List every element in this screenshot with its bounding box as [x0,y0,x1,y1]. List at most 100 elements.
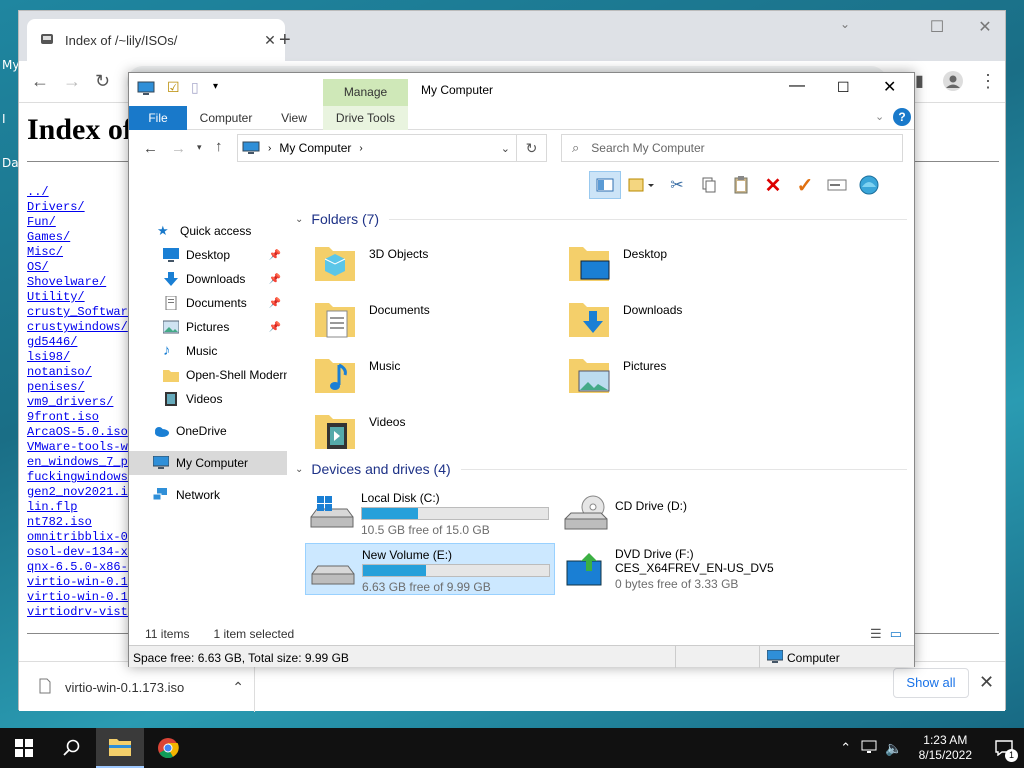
address-box[interactable]: › My Computer › ⌄ [237,134,517,162]
view-menu-icon[interactable] [621,171,661,199]
folder-item[interactable]: Downloads [567,297,797,347]
drive-item[interactable]: CD Drive (D:) [559,487,809,539]
cut-icon[interactable]: ✂ [661,171,693,199]
notification-button[interactable]: 1 [984,728,1024,768]
search-input[interactable]: ⌕ Search My Computer [561,134,903,162]
preview-pane-icon[interactable] [589,171,621,199]
folder-item[interactable]: Desktop [567,241,797,291]
tab-search-icon[interactable]: ⌄ [825,17,865,31]
new-folder-icon[interactable]: ▯ [191,79,199,96]
clock[interactable]: 1:23 AM 8/15/2022 [919,733,972,763]
menu-icon[interactable]: ⋮ [979,71,997,92]
sidebar-item-downloads[interactable]: Downloads 📌 [129,267,287,291]
minimize-icon[interactable]: — [789,77,805,95]
maximize-icon[interactable]: ☐ [837,79,850,96]
clock-time: 1:23 AM [923,733,968,747]
sidebar-item-quick-access[interactable]: ★ Quick access [129,219,287,243]
search-icon [63,739,80,756]
tab-drive-tools[interactable]: Drive Tools [323,106,408,130]
chevron-up-icon[interactable]: ⌃ [232,679,244,696]
folder-label: Pictures [623,359,667,373]
help-icon[interactable]: ? [893,108,911,126]
forward-icon[interactable]: → [171,140,186,157]
breadcrumb[interactable]: My Computer [279,141,351,155]
computer-icon [766,649,784,667]
drive-item[interactable]: New Volume (E:) 6.63 GB free of 9.99 GB [305,543,555,595]
manage-tab-header[interactable]: Manage [323,79,408,106]
drive-name: New Volume (E:) [362,548,453,562]
details-view-icon[interactable]: ☰ [870,626,882,642]
delete-icon[interactable]: ✕ [757,171,789,199]
tab-computer[interactable]: Computer [191,106,261,130]
network-icon[interactable] [861,740,877,757]
system-tray: ⌃ 🔈 1:23 AM 8/15/2022 1 [840,728,1024,768]
sidebar-item-open-shell[interactable]: Open-Shell Modern [129,363,287,387]
customize-toolbar-icon[interactable]: ▾ [213,81,218,92]
browser-tab[interactable]: Index of /~lily/ISOs/ ✕ [27,19,285,61]
folder-label: Music [369,359,401,373]
sidebar-item-documents[interactable]: Documents 📌 [129,291,287,315]
forward-icon[interactable]: → [63,71,81,92]
close-icon[interactable]: ✕ [883,77,896,97]
desktop-label: I [2,112,6,126]
sidebar-item-my-computer[interactable]: My Computer [129,451,287,475]
drive-item[interactable]: DVD Drive (F:) CES_X64FREV_EN-US_DV5 0 b… [559,543,809,595]
drive-item[interactable]: Local Disk (C:) 10.5 GB free of 15.0 GB [305,487,555,539]
chevron-down-icon[interactable]: ⌄ [501,142,510,155]
maximize-icon[interactable]: ☐ [917,17,957,37]
download-item[interactable]: virtio-win-0.1.173.iso ⌃ [27,662,255,712]
search-button[interactable] [48,728,96,768]
folder-item[interactable]: Music [313,353,543,403]
properties-check-icon[interactable]: ✓ [789,171,821,199]
expand-ribbon-icon[interactable]: ⌄ [875,110,884,123]
folder-item[interactable]: Pictures [567,353,797,403]
back-icon[interactable]: ← [143,140,158,157]
back-icon[interactable]: ← [31,71,49,92]
sidebar-item-pictures[interactable]: Pictures 📌 [129,315,287,339]
chevron-right-icon: › [268,142,272,154]
refresh-button[interactable]: ↻ [517,134,547,162]
shell-icon[interactable] [853,171,885,199]
file-explorer-icon [109,739,131,756]
chrome-taskbar-button[interactable] [144,728,192,768]
folder-item[interactable]: 3D Objects [313,241,543,291]
desktop-label: My [2,58,20,72]
sidebar-item-network[interactable]: Network [129,483,287,507]
sidebar-item-onedrive[interactable]: OneDrive [129,419,287,443]
properties-icon[interactable]: ☑ [167,79,180,96]
explorer-window: ☑ ▯ ▾ Manage My Computer — ☐ ✕ File Comp… [128,72,915,668]
paste-icon[interactable] [725,171,757,199]
window-title: My Computer [421,83,494,97]
folders-section-header[interactable]: ⌄ Folders (7) [295,211,907,227]
tab-file[interactable]: File [129,106,187,130]
copy-icon[interactable] [693,171,725,199]
profile-icon[interactable] [943,71,963,96]
documents-folder-icon [315,303,355,338]
folder-item[interactable]: Documents [313,297,543,347]
chevron-up-icon[interactable]: ⌃ [840,740,851,756]
devices-section-header[interactable]: ⌄ Devices and drives (4) [295,461,907,477]
up-icon[interactable]: ↑ [215,138,223,155]
star-icon: ★ [157,223,169,238]
volume-icon[interactable]: 🔈 [885,740,902,757]
folder-item[interactable]: Videos [313,409,543,459]
large-icons-view-icon[interactable]: ▭ [890,626,902,642]
new-tab-button[interactable]: + [279,29,291,52]
desktop-folder-icon [569,247,610,281]
start-button[interactable] [0,728,48,768]
extension-icon[interactable]: ▮ [915,71,924,91]
show-all-button[interactable]: Show all [893,668,969,698]
recent-locations-icon[interactable]: ▾ [197,142,202,153]
reload-icon[interactable]: ↻ [95,71,110,92]
close-window-icon[interactable]: ✕ [965,17,1005,37]
tab-view[interactable]: View [269,106,319,130]
close-download-shelf-icon[interactable]: ✕ [979,672,994,693]
section-title: Folders (7) [311,211,380,227]
navigation-row: ← → ▾ ↑ › My Computer › ⌄ ↻ ⌕ Search My … [129,130,914,168]
file-explorer-taskbar-button[interactable] [96,728,144,768]
local-disk-icon [310,496,354,528]
sidebar-item-videos[interactable]: Videos [129,387,287,411]
rename-icon[interactable] [821,171,853,199]
sidebar-item-music[interactable]: ♪ Music [129,339,287,363]
sidebar-item-desktop[interactable]: Desktop 📌 [129,243,287,267]
